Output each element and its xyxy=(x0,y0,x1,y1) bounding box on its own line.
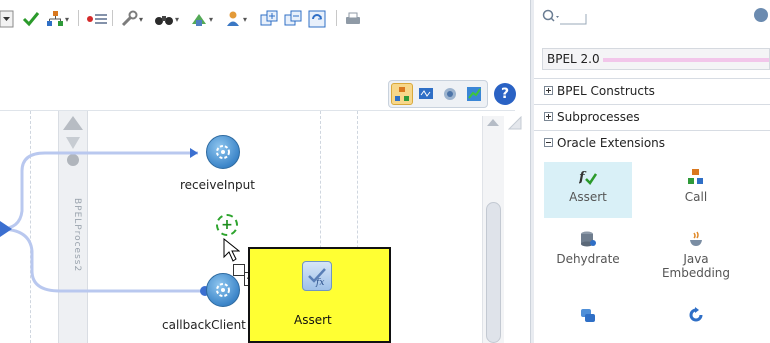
palette-item-replay[interactable] xyxy=(544,300,632,340)
drop-target-add[interactable]: + xyxy=(216,214,238,236)
drag-preview-label: Assert xyxy=(294,313,332,327)
monitor-view-button[interactable] xyxy=(415,83,437,105)
gear-icon xyxy=(216,145,230,159)
java-embedding-icon xyxy=(690,231,702,246)
refresh-icon xyxy=(689,307,703,322)
scroll-up-icon[interactable] xyxy=(487,119,499,126)
svg-text:fx: fx xyxy=(315,278,324,287)
design-view-icon xyxy=(395,87,409,101)
corner-icon xyxy=(508,116,522,130)
chart-icon xyxy=(467,87,481,101)
dropdown-accent xyxy=(603,58,769,62)
scroll-thumb[interactable] xyxy=(486,202,501,343)
gear-icon[interactable] xyxy=(754,8,768,22)
vertical-scrollbar[interactable] xyxy=(482,116,504,343)
cursor-icon xyxy=(223,238,240,262)
palette-item-label: Assert xyxy=(569,190,607,204)
component-palette: BPEL 2.0 BPEL Constructs Subprocesses Or… xyxy=(534,0,770,343)
assert-icon: fx xyxy=(308,268,326,287)
sensor-icon xyxy=(444,88,456,100)
bpel-canvas[interactable]: ? BPELProcess2 receiveInput + callbackCl… xyxy=(0,0,530,343)
canvas-view-toolbar: ? xyxy=(388,80,516,108)
replay-icon xyxy=(581,309,595,322)
expand-icon[interactable] xyxy=(544,112,553,121)
section-label: BPEL Constructs xyxy=(557,83,655,98)
receive-input-activity[interactable] xyxy=(206,135,240,169)
callback-client-label: callbackClient xyxy=(162,318,246,332)
design-view-button[interactable] xyxy=(391,83,413,105)
palette-category-value: BPEL 2.0 xyxy=(547,52,600,66)
section-label: Subprocesses xyxy=(557,109,640,124)
assert-icon: f xyxy=(579,170,597,185)
question-icon: ? xyxy=(500,86,510,102)
chart-view-button[interactable] xyxy=(463,83,485,105)
palette-item-dehydrate[interactable]: Dehydrate xyxy=(544,224,632,284)
palette-item-refresh[interactable] xyxy=(652,300,740,340)
plus-icon: + xyxy=(221,217,233,233)
drag-preview-tooltip: fx Assert xyxy=(248,247,391,343)
palette-item-assert[interactable]: f Assert xyxy=(544,162,632,218)
assert-icon: fx xyxy=(302,261,332,291)
palette-section-oracle-extensions[interactable]: Oracle Extensions xyxy=(534,130,770,154)
palette-search-field[interactable] xyxy=(542,8,588,26)
monitor-icon xyxy=(419,88,433,99)
palette-category-dropdown[interactable]: BPEL 2.0 xyxy=(542,48,770,70)
receive-input-label: receiveInput xyxy=(180,178,255,192)
svg-text:f: f xyxy=(579,170,587,185)
palette-item-label: Java Embedding xyxy=(661,252,731,280)
search-icon xyxy=(542,9,587,25)
sensor-view-button[interactable] xyxy=(439,83,461,105)
call-icon xyxy=(688,169,703,184)
palette-item-java-embedding[interactable]: Java Embedding xyxy=(652,224,740,294)
palette-item-label: Call xyxy=(684,190,708,204)
gear-icon xyxy=(216,283,230,297)
palette-section-bpel-constructs[interactable]: BPEL Constructs xyxy=(534,78,770,102)
palette-section-subprocesses[interactable]: Subprocesses xyxy=(534,104,770,128)
collapse-icon[interactable] xyxy=(544,138,553,147)
palette-item-call[interactable]: Call xyxy=(652,162,740,218)
expand-icon[interactable] xyxy=(544,86,553,95)
help-button[interactable]: ? xyxy=(494,83,516,105)
palette-item-label: Dehydrate xyxy=(556,252,620,266)
dehydrate-icon xyxy=(581,231,596,247)
section-label: Oracle Extensions xyxy=(557,135,666,150)
callback-client-activity[interactable] xyxy=(206,273,240,307)
view-mode-group xyxy=(388,80,488,108)
